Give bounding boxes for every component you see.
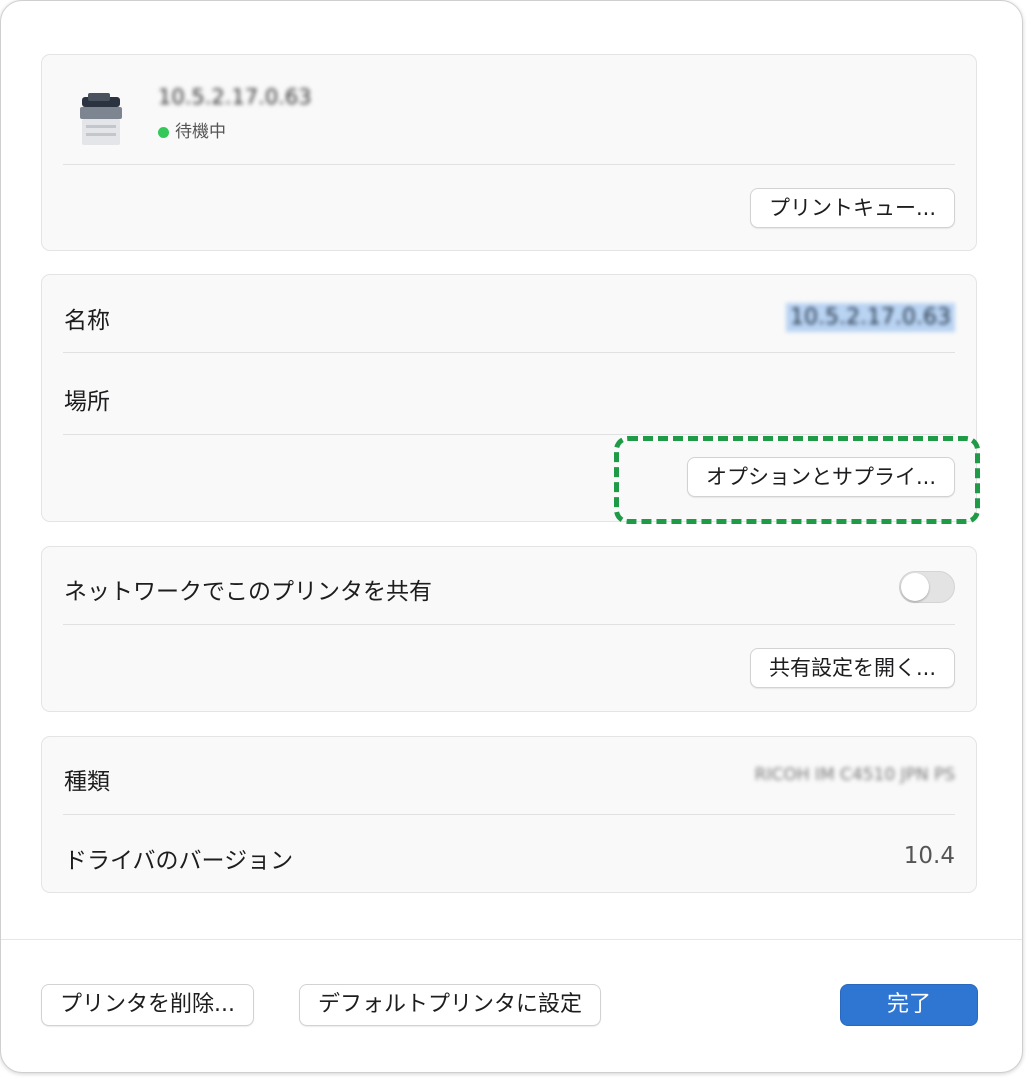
kind-value: RICOH IM C4510 JPN PS (754, 765, 955, 785)
printer-info-card: 名称 10.5.2.17.0.63 場所 オプションとサプライ... (41, 274, 977, 522)
printer-settings-window: 10.5.2.17.0.63 待機中 プリントキュー... 名称 10.5.2.… (0, 0, 1023, 1073)
name-value[interactable]: 10.5.2.17.0.63 (786, 303, 955, 332)
done-button[interactable]: 完了 (840, 984, 978, 1026)
share-label: ネットワークでこのプリンタを共有 (64, 579, 432, 605)
kind-label: 種類 (64, 769, 110, 795)
divider (63, 434, 955, 435)
printer-name: 10.5.2.17.0.63 (158, 85, 312, 109)
printer-status: 待機中 (158, 117, 226, 142)
location-value[interactable] (655, 383, 955, 411)
divider (63, 164, 955, 165)
sharing-card: ネットワークでこのプリンタを共有 共有設定を開く... (41, 546, 977, 712)
delete-printer-button[interactable]: プリンタを削除... (41, 984, 254, 1026)
driver-version-value: 10.4 (903, 843, 955, 869)
set-default-printer-button[interactable]: デフォルトプリンタに設定 (299, 984, 602, 1026)
driver-version-label: ドライバのバージョン (64, 848, 294, 874)
location-label: 場所 (64, 389, 110, 415)
printer-icon (80, 93, 122, 145)
printer-status-text: 待機中 (175, 122, 226, 142)
printer-header-card: 10.5.2.17.0.63 待機中 プリントキュー... (41, 54, 977, 251)
footer-divider (1, 939, 1022, 940)
divider (63, 352, 955, 353)
share-toggle[interactable] (899, 571, 955, 603)
options-and-supplies-button[interactable]: オプションとサプライ... (686, 457, 955, 497)
divider (63, 624, 955, 625)
details-card: 種類 RICOH IM C4510 JPN PS ドライバのバージョン 10.4 (41, 736, 977, 893)
open-sharing-settings-button[interactable]: 共有設定を開く... (749, 648, 955, 688)
status-dot-icon (158, 126, 169, 138)
toggle-knob (901, 573, 929, 601)
print-queue-button[interactable]: プリントキュー... (749, 188, 955, 228)
divider (63, 814, 955, 815)
name-label: 名称 (64, 308, 110, 334)
